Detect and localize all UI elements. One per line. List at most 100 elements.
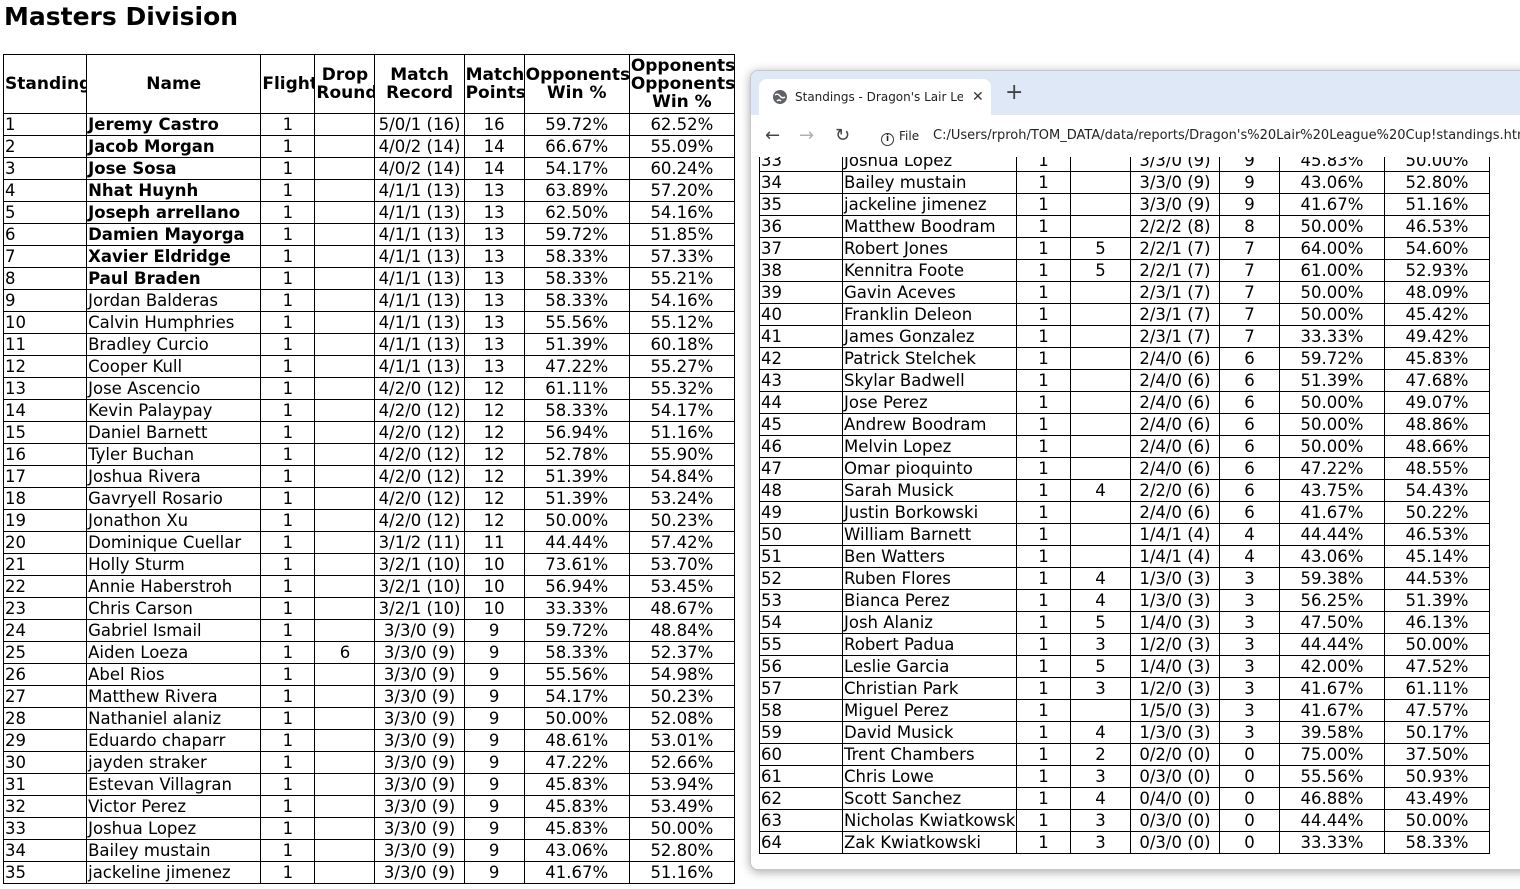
globe-icon (772, 89, 788, 105)
cell-opponents-win: 39.58% (1279, 721, 1385, 744)
cell-name: Nathaniel alaniz (86, 707, 262, 730)
tab-title: Standings - Dragon's Lair League (795, 90, 963, 104)
cell-match-record: 2/2/0 (6) (1130, 479, 1220, 502)
cell-name: Abel Rios (86, 663, 262, 686)
cell-opponents-win: 55.56% (523, 663, 630, 686)
cell-opponents-win: 50.00% (523, 509, 630, 532)
cell-standing: 36 (759, 215, 843, 238)
cell-name: Chris Lowe (842, 765, 1017, 788)
cell-match-points: 6 (1219, 479, 1280, 502)
browser-window: Standings - Dragon's Lair League ✕ + ← →… (750, 70, 1520, 870)
cell-opponents-win: 46.88% (1279, 787, 1385, 810)
cell-flight: 1 (1016, 545, 1071, 568)
cell-match-record: 3/2/1 (10) (374, 575, 465, 598)
cell-match-record: 4/1/1 (13) (374, 223, 465, 246)
cell-flight: 1 (260, 443, 316, 466)
cell-name: Joshua Lopez (86, 817, 262, 840)
cell-match-record: 1/4/0 (3) (1130, 655, 1220, 678)
cell-match-record: 2/4/0 (6) (1130, 457, 1220, 480)
cell-standing: 35 (2, 861, 88, 884)
table-row: 56 Leslie Garcia 1 5 1/4/0 (3) 3 42.00% 47.52% (759, 655, 1490, 678)
cell-flight: 1 (260, 135, 316, 158)
cell-opponents-win: 55.56% (523, 311, 630, 334)
cell-opponents-win: 73.61% (523, 553, 630, 576)
cell-match-record: 3/3/0 (9) (374, 663, 465, 686)
cell-flight: 1 (260, 795, 316, 818)
cell-opp-opp-win: 50.93% (1384, 765, 1490, 788)
table-row: 32 Victor Perez 1 3/3/0 (9) 9 45.83% 53.49% (2, 795, 736, 818)
browser-toolbar: ← → ↻ i File C:/Users/rproh/TOM_DATA/data… (751, 115, 1520, 157)
standings-body-scrolled: 33 Joshua Lopez 1 3/3/0 (9) 9 45.83% 50.00% 34 B… (759, 157, 1490, 854)
cell-opp-opp-win: 54.98% (628, 663, 736, 686)
cell-flight: 1 (1016, 567, 1071, 590)
cell-flight: 1 (260, 377, 316, 400)
cell-drop-round (314, 707, 376, 730)
standings-body: 1 Jeremy Castro 1 5/0/1 (16) 16 59.72% 62.52% 2… (2, 113, 736, 884)
cell-match-record: 3/3/0 (9) (374, 685, 465, 708)
page-viewport[interactable]: 33 Joshua Lopez 1 3/3/0 (9) 9 45.83% 50.00% 34 B… (751, 157, 1520, 869)
site-info-button[interactable]: i File (875, 126, 925, 146)
cell-standing: 3 (2, 157, 88, 180)
cell-match-record: 2/3/1 (7) (1130, 281, 1220, 304)
cell-opp-opp-win: 62.52% (628, 113, 736, 136)
cell-opp-opp-win: 50.17% (1384, 721, 1490, 744)
cell-opp-opp-win: 55.90% (628, 443, 736, 466)
cell-opponents-win: 58.33% (523, 245, 630, 268)
cell-opponents-win: 43.06% (523, 839, 630, 862)
cell-flight: 1 (260, 817, 316, 840)
address-bar[interactable]: i File C:/Users/rproh/TOM_DATA/data/repor… (869, 121, 1520, 151)
page-title: Masters Division (4, 2, 239, 31)
cell-standing: 60 (759, 743, 843, 766)
cell-standing: 10 (2, 311, 88, 334)
table-row: 7 Xavier Eldridge 1 4/1/1 (13) 13 58.33% 57.33… (2, 245, 736, 268)
forward-arrow-icon[interactable]: → (799, 125, 814, 147)
cell-opponents-win: 45.83% (523, 817, 630, 840)
cell-opponents-win: 50.00% (1279, 215, 1385, 238)
cell-match-points: 16 (463, 113, 525, 136)
cell-name: Andrew Boodram (842, 413, 1017, 436)
cell-name: Ruben Flores (842, 567, 1017, 590)
cell-opponents-win: 59.72% (523, 619, 630, 642)
new-tab-button[interactable]: + (1005, 81, 1023, 105)
cell-name: Jose Perez (842, 391, 1017, 414)
col-header-standing: Standing (2, 54, 88, 114)
cell-opponents-win: 33.33% (523, 597, 630, 620)
col-header-name: Name (86, 54, 262, 114)
cell-drop-round (314, 399, 376, 422)
cell-standing: 48 (759, 479, 843, 502)
cell-match-record: 4/2/0 (12) (374, 377, 465, 400)
cell-opponents-win: 59.72% (1279, 347, 1385, 370)
close-icon[interactable]: ✕ (972, 87, 984, 107)
table-row: 12 Cooper Kull 1 4/1/1 (13) 13 47.22% 55.27% (2, 355, 736, 378)
cell-flight: 1 (260, 201, 316, 224)
cell-match-record: 3/3/0 (9) (374, 795, 465, 818)
reload-icon[interactable]: ↻ (835, 125, 850, 147)
cell-opponents-win: 59.38% (1279, 567, 1385, 590)
cell-opp-opp-win: 55.32% (628, 377, 736, 400)
cell-standing: 45 (759, 413, 843, 436)
cell-drop-round (1070, 215, 1131, 238)
table-row: 50 William Barnett 1 1/4/1 (4) 4 44.44% 46.53% (759, 523, 1490, 546)
browser-tab[interactable]: Standings - Dragon's Lair League ✕ (759, 79, 991, 115)
back-arrow-icon[interactable]: ← (765, 125, 780, 147)
cell-name: Jose Ascencio (86, 377, 262, 400)
cell-standing: 59 (759, 721, 843, 744)
cell-match-points: 3 (1219, 567, 1280, 590)
cell-match-points: 9 (463, 685, 525, 708)
cell-match-record: 4/0/2 (14) (374, 157, 465, 180)
cell-flight: 1 (260, 157, 316, 180)
cell-standing: 54 (759, 611, 843, 634)
url-text[interactable]: C:/Users/rproh/TOM_DATA/data/reports/Dra… (933, 126, 1520, 146)
table-row: 3 Jose Sosa 1 4/0/2 (14) 14 54.17% 60.24% (2, 157, 736, 180)
cell-name: Gabriel Ismail (86, 619, 262, 642)
cell-match-record: 3/3/0 (9) (374, 707, 465, 730)
cell-match-record: 3/3/0 (9) (1130, 171, 1220, 194)
cell-match-record: 0/3/0 (0) (1130, 809, 1220, 832)
cell-match-record: 4/1/1 (13) (374, 267, 465, 290)
cell-opponents-win: 47.22% (1279, 457, 1385, 480)
cell-match-points: 9 (463, 729, 525, 752)
cell-name: James Gonzalez (842, 325, 1017, 348)
cell-flight: 1 (1016, 677, 1071, 700)
cell-flight: 1 (260, 487, 316, 510)
cell-match-points: 9 (463, 839, 525, 862)
